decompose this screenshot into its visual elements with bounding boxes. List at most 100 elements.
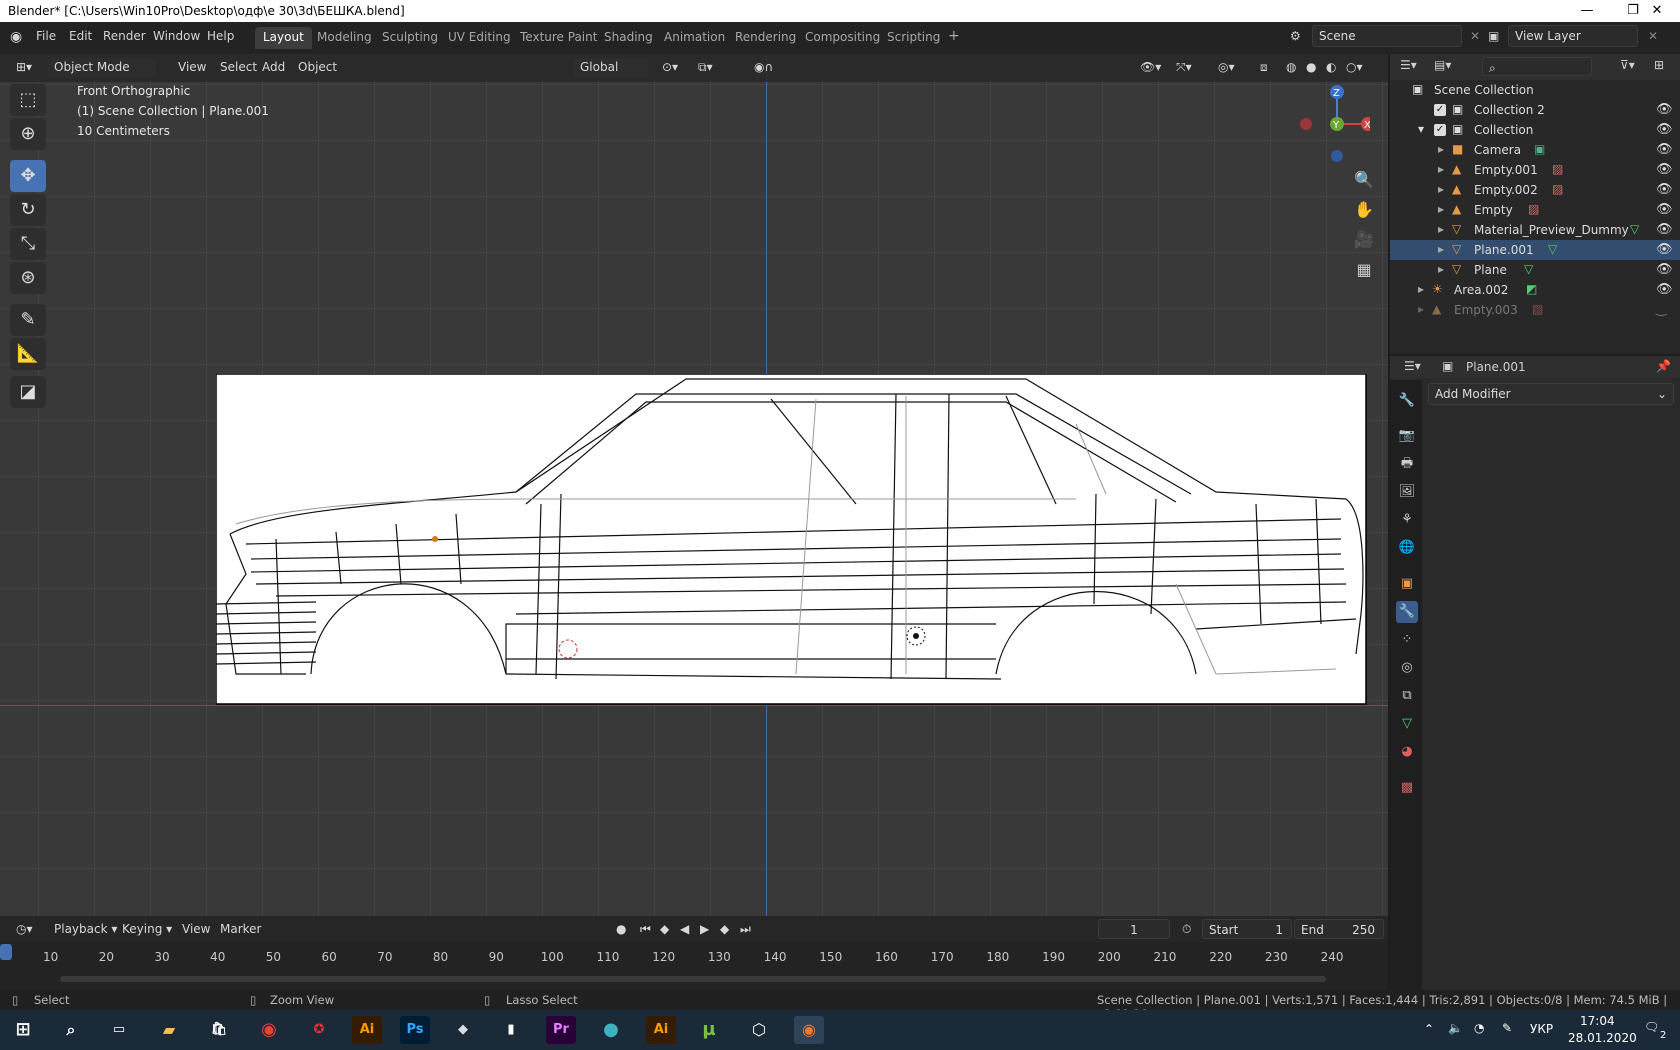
outliner-root-row[interactable]: ▣ Scene Collection [1390, 80, 1680, 100]
world-tab-icon[interactable]: 🌐 [1396, 537, 1418, 559]
timeline-scrollbar[interactable] [60, 976, 1326, 982]
outliner-editor-type-icon[interactable]: ☰▾ [1400, 58, 1417, 72]
jump-keyframe-forward-icon[interactable]: ◆ [714, 920, 735, 940]
cursor-tool-icon[interactable]: ⊕ [10, 118, 46, 150]
constraints-tab-icon[interactable]: ⧉ [1396, 685, 1418, 707]
scene-icon[interactable]: ⚙ [1290, 29, 1301, 43]
store-icon[interactable]: 🛍 [204, 1016, 234, 1044]
close-button[interactable]: ✕ [1634, 0, 1680, 22]
scale-tool-icon[interactable]: ⤡ [10, 228, 46, 260]
rotate-tool-icon[interactable]: ↻ [10, 194, 46, 226]
expand-arrow-icon[interactable]: ▸ [1418, 282, 1424, 296]
clock-date[interactable]: 28.01.2020 [1568, 1031, 1637, 1045]
visibility-icon[interactable]: 👁▾ [1134, 58, 1167, 78]
camera-view-icon[interactable]: 🎥 [1350, 226, 1378, 254]
eye-icon[interactable]: 👁 [1656, 202, 1673, 217]
add-cube-tool-icon[interactable]: ◪ [10, 376, 46, 408]
tab-rendering[interactable]: Rendering [727, 27, 804, 49]
play-reverse-icon[interactable]: ◀ [674, 920, 695, 940]
eye-icon[interactable]: 👁 [1656, 162, 1673, 177]
snap-icon[interactable]: ⧉▾ [692, 58, 719, 78]
texture-tab-icon[interactable]: ▩ [1396, 777, 1418, 799]
proportional-edit-icon[interactable]: ◉∩ [748, 58, 779, 78]
outliner-row-selected[interactable]: ▸ ▽ Plane.001 ▽ 👁 [1390, 240, 1680, 260]
expand-arrow-icon[interactable]: ▸ [1418, 302, 1424, 316]
outliner-row[interactable]: ▸ ▽ Material_Preview_Dummy ▽ 👁 [1390, 220, 1680, 240]
eye-icon[interactable]: 👁 [1656, 222, 1673, 237]
checkbox-icon[interactable]: ✓ [1434, 124, 1446, 136]
3d-viewport[interactable]: ⬚ ⊕ ✥ ↻ ⤡ ⊛ ✎ 📐 ◪ Front Orthographic (1)… [0, 54, 1388, 916]
end-frame-field[interactable]: End 250 [1294, 919, 1384, 939]
jump-keyframe-back-icon[interactable]: ◆ [654, 920, 675, 940]
tab-modeling[interactable]: Modeling [309, 27, 380, 49]
task-view-icon[interactable]: ▭ [104, 1016, 134, 1044]
blender-taskbar-icon[interactable]: ◉ [794, 1016, 824, 1044]
material-tab-icon[interactable]: ◕ [1396, 741, 1418, 763]
outliner-row[interactable]: ▸ ■ Camera ▣ 👁 [1390, 140, 1680, 160]
premiere-icon[interactable]: Pr [546, 1016, 576, 1044]
view-layer-selector[interactable]: View Layer [1508, 25, 1638, 47]
scene-tab-icon[interactable]: ⚘ [1396, 509, 1418, 531]
editor-type-icon[interactable]: ⊞▾ [10, 58, 38, 78]
tab-shading[interactable]: Shading [596, 27, 661, 49]
checkbox-icon[interactable]: ✓ [1434, 104, 1446, 116]
blender-logo-icon[interactable]: ◉ [10, 29, 22, 45]
menu-edit[interactable]: Edit [69, 29, 92, 43]
start-frame-field[interactable]: Start 1 [1202, 919, 1292, 939]
clock-time[interactable]: 17:04 [1580, 1014, 1615, 1028]
playback-menu[interactable]: Playback ▾ [48, 920, 123, 940]
eye-icon[interactable]: 👁 [1656, 182, 1673, 197]
render-tab-icon[interactable]: 📷 [1396, 425, 1418, 447]
menu-window[interactable]: Window [153, 29, 200, 43]
outliner-row[interactable]: ▸ ▽ Plane ▽ 👁 [1390, 260, 1680, 280]
pen-icon[interactable]: ✎ [1502, 1021, 1512, 1035]
xray-icon[interactable]: ⧈ [1254, 58, 1274, 78]
play-icon[interactable]: ▶ [694, 920, 715, 940]
minimize-button[interactable]: — [1564, 0, 1610, 22]
illustrator-icon[interactable]: Ai [352, 1016, 382, 1044]
eye-icon[interactable]: 👁 [1656, 122, 1673, 137]
marker-menu[interactable]: Marker [214, 920, 267, 940]
annotate-tool-icon[interactable]: ✎ [10, 304, 46, 336]
windows-start-icon[interactable]: ⊞ [8, 1016, 38, 1044]
eye-icon[interactable]: 👁 [1656, 102, 1673, 117]
expand-arrow-icon[interactable]: ▸ [1438, 142, 1444, 156]
file-explorer-icon[interactable]: ▰ [154, 1016, 184, 1044]
navigation-gizmo[interactable]: Z Y X [1290, 84, 1370, 164]
car-blueprint-wireframe[interactable] [216, 374, 1368, 706]
pivot-icon[interactable]: ⊙▾ [656, 58, 684, 78]
menu-object[interactable]: Object [292, 58, 343, 78]
expand-arrow-icon[interactable]: ▸ [1438, 162, 1444, 176]
illustrator-icon-2[interactable]: Ai [646, 1016, 676, 1044]
jump-end-icon[interactable]: ⏭ [734, 920, 757, 940]
transform-orientation-selector[interactable]: Global [574, 58, 648, 78]
new-collection-icon[interactable]: ⊞ [1654, 58, 1664, 72]
zoom-icon[interactable]: 🔍 [1350, 166, 1378, 194]
utorrent-icon[interactable]: µ [694, 1016, 724, 1044]
app-icon[interactable]: ● [596, 1016, 626, 1044]
physics-tab-icon[interactable]: ◎ [1396, 657, 1418, 679]
menu-render[interactable]: Render [103, 29, 146, 43]
menu-file[interactable]: File [36, 29, 56, 43]
scene-selector[interactable]: Scene [1312, 25, 1462, 47]
tool-tab-icon[interactable]: 🔧 [1396, 390, 1418, 412]
view-layer-close-icon[interactable]: ✕ [1648, 29, 1658, 43]
view-layer-tab-icon[interactable]: 🖼 [1396, 481, 1418, 503]
scene-close-icon[interactable]: ✕ [1470, 29, 1480, 43]
eye-icon[interactable]: 👁 [1656, 242, 1673, 257]
move-tool-icon[interactable]: ✥ [10, 160, 46, 192]
add-workspace-button[interactable]: + [942, 27, 966, 49]
select-box-tool-icon[interactable]: ⬚ [10, 84, 46, 116]
mode-selector[interactable]: Object Mode [48, 58, 156, 78]
gizmo-toggle-icon[interactable]: ⤧▾ [1170, 58, 1198, 78]
eye-closed-icon[interactable]: ‿ [1656, 302, 1666, 317]
tab-uv-editing[interactable]: UV Editing [440, 27, 519, 49]
menu-help[interactable]: Help [207, 29, 234, 43]
pan-hand-icon[interactable]: ✋ [1350, 196, 1378, 224]
record-icon[interactable]: ● [610, 920, 632, 940]
pin-icon[interactable]: 📌 [1656, 359, 1671, 373]
outliner-row[interactable]: ▸ ▲ Empty.002 ▨ 👁 [1390, 180, 1680, 200]
tray-chevron-icon[interactable]: ⌃ [1424, 1022, 1434, 1036]
timeline-editor-icon[interactable]: ◷▾ [10, 920, 39, 940]
expand-arrow-icon[interactable]: ▸ [1438, 182, 1444, 196]
